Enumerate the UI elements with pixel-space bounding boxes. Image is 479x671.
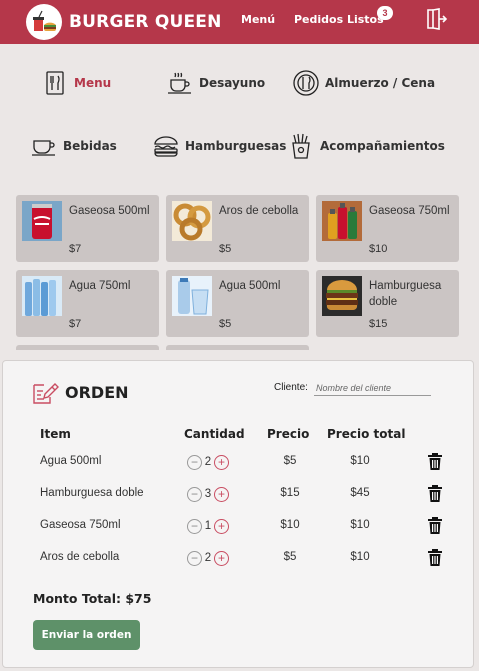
product-name: Aros de cebolla	[219, 205, 299, 217]
trash-icon[interactable]	[428, 517, 442, 534]
order-row: Gaseosa 750ml − 1 + $10 $10	[3, 515, 473, 537]
product-name: Gaseosa 750ml	[369, 205, 450, 217]
burger-icon	[153, 133, 179, 159]
order-item-price: $10	[280, 519, 300, 531]
logout-icon[interactable]	[424, 7, 448, 31]
order-item-name: Gaseosa 750ml	[40, 519, 121, 531]
client-label: Cliente:	[274, 382, 308, 393]
order-title: ORDEN	[65, 383, 129, 402]
category-bebidas[interactable]: Bebidas	[31, 133, 117, 159]
category-desayuno[interactable]: Desayuno	[167, 70, 265, 96]
category-acompanamientos[interactable]: Acompañamientos	[288, 133, 445, 159]
trash-icon[interactable]	[428, 485, 442, 502]
order-item-total: $45	[350, 487, 370, 499]
product-name: Hamburguesa doble	[369, 280, 442, 308]
quantity-value: 1	[204, 520, 212, 532]
column-header-quantity: Cantidad	[184, 427, 245, 441]
column-header-item: Item	[40, 427, 71, 441]
edit-order-icon	[32, 381, 60, 405]
product-card[interactable]: Agua 750ml $7	[16, 270, 159, 337]
product-name: Agua 500ml	[219, 280, 281, 292]
client-name-input[interactable]	[314, 381, 431, 396]
send-order-button[interactable]: Enviar la orden	[33, 620, 140, 650]
quantity-value: 2	[204, 456, 212, 468]
quantity-value: 2	[204, 552, 212, 564]
increase-quantity-button[interactable]: +	[214, 550, 229, 566]
category-hamburguesas[interactable]: Hamburguesas	[153, 133, 286, 159]
nav-ready-orders-link[interactable]: Pedidos Listos	[294, 13, 384, 26]
water-bottles-image	[22, 276, 62, 316]
order-item-name: Agua 500ml	[40, 455, 102, 467]
product-card[interactable]: Hamburguesa doble $15	[316, 270, 459, 337]
category-label: Desayuno	[199, 76, 266, 90]
order-item-name: Aros de cebolla	[40, 551, 120, 563]
product-card[interactable]: Agua 500ml $5	[166, 270, 309, 337]
quantity-stepper: − 2 +	[187, 547, 229, 569]
category-label: Menu	[74, 76, 112, 90]
product-price: $10	[369, 243, 388, 255]
product-name: Agua 750ml	[69, 280, 131, 292]
order-row: Aros de cebolla − 2 + $5 $10	[3, 547, 473, 569]
fries-icon	[288, 133, 314, 159]
brand-title: BURGER QUEEN	[69, 12, 222, 32]
decrease-quantity-button[interactable]: −	[187, 486, 202, 502]
tea-cup-icon	[31, 133, 57, 159]
quantity-stepper: − 2 +	[187, 451, 229, 473]
category-almuerzo-cena[interactable]: Almuerzo / Cena	[293, 70, 435, 96]
quantity-value: 3	[204, 488, 212, 500]
cola-can-image	[22, 201, 62, 241]
increase-quantity-button[interactable]: +	[214, 486, 229, 502]
increase-quantity-button[interactable]: +	[214, 518, 229, 534]
order-item-price: $5	[283, 455, 297, 467]
order-item-total: $10	[350, 519, 370, 531]
decrease-quantity-button[interactable]: −	[187, 454, 202, 470]
product-card[interactable]: Gaseosa 750ml $10	[316, 195, 459, 262]
ready-orders-badge: 3	[377, 6, 393, 20]
increase-quantity-button[interactable]: +	[214, 454, 229, 470]
onion-rings-image	[172, 201, 212, 241]
double-burger-image	[322, 276, 362, 316]
product-price: $15	[369, 318, 388, 330]
trash-icon[interactable]	[428, 453, 442, 470]
order-item-price: $5	[283, 551, 297, 563]
order-item-total: $10	[350, 455, 370, 467]
quantity-stepper: − 3 +	[187, 483, 229, 505]
menu-book-icon	[42, 70, 68, 96]
product-price: $7	[69, 318, 82, 330]
category-label: Bebidas	[63, 139, 117, 153]
order-row: Hamburguesa doble − 3 + $15 $45	[3, 483, 473, 505]
product-card[interactable]	[16, 345, 159, 350]
product-card[interactable]: Gaseosa 500ml $7	[16, 195, 159, 262]
product-card[interactable]: Aros de cebolla $5	[166, 195, 309, 262]
product-grid: Gaseosa 500ml $7 Aros de cebolla $5 Gase…	[16, 195, 460, 350]
coffee-cup-icon	[167, 70, 193, 96]
product-name: Gaseosa 500ml	[69, 205, 150, 217]
nav-menu-link[interactable]: Menú	[241, 13, 275, 26]
order-item-price: $15	[280, 487, 300, 499]
category-label: Almuerzo / Cena	[325, 76, 436, 90]
column-header-total: Precio total	[327, 427, 406, 441]
product-card[interactable]	[166, 345, 309, 350]
order-row: Agua 500ml − 2 + $5 $10	[3, 451, 473, 473]
category-label: Hamburguesas	[185, 139, 287, 153]
water-glass-image	[172, 276, 212, 316]
order-total: Monto Total: $75	[33, 591, 152, 606]
product-price: $7	[69, 243, 82, 255]
decrease-quantity-button[interactable]: −	[187, 550, 202, 566]
quantity-stepper: − 1 +	[187, 515, 229, 537]
product-price: $5	[219, 318, 232, 330]
burger-queen-logo-icon[interactable]	[26, 4, 62, 40]
order-item-total: $10	[350, 551, 370, 563]
trash-icon[interactable]	[428, 549, 442, 566]
order-panel: ORDEN Cliente: Item Cantidad Precio Prec…	[2, 360, 474, 668]
decrease-quantity-button[interactable]: −	[187, 518, 202, 534]
app-header: BURGER QUEEN Menú Pedidos Listos 3	[0, 0, 479, 44]
order-item-name: Hamburguesa doble	[40, 487, 144, 499]
soda-bottles-image	[322, 201, 362, 241]
category-label: Acompañamientos	[320, 139, 445, 153]
plate-cutlery-icon	[293, 70, 319, 96]
column-header-price: Precio	[267, 427, 310, 441]
product-price: $5	[219, 243, 232, 255]
category-menu[interactable]: Menu	[42, 70, 111, 96]
